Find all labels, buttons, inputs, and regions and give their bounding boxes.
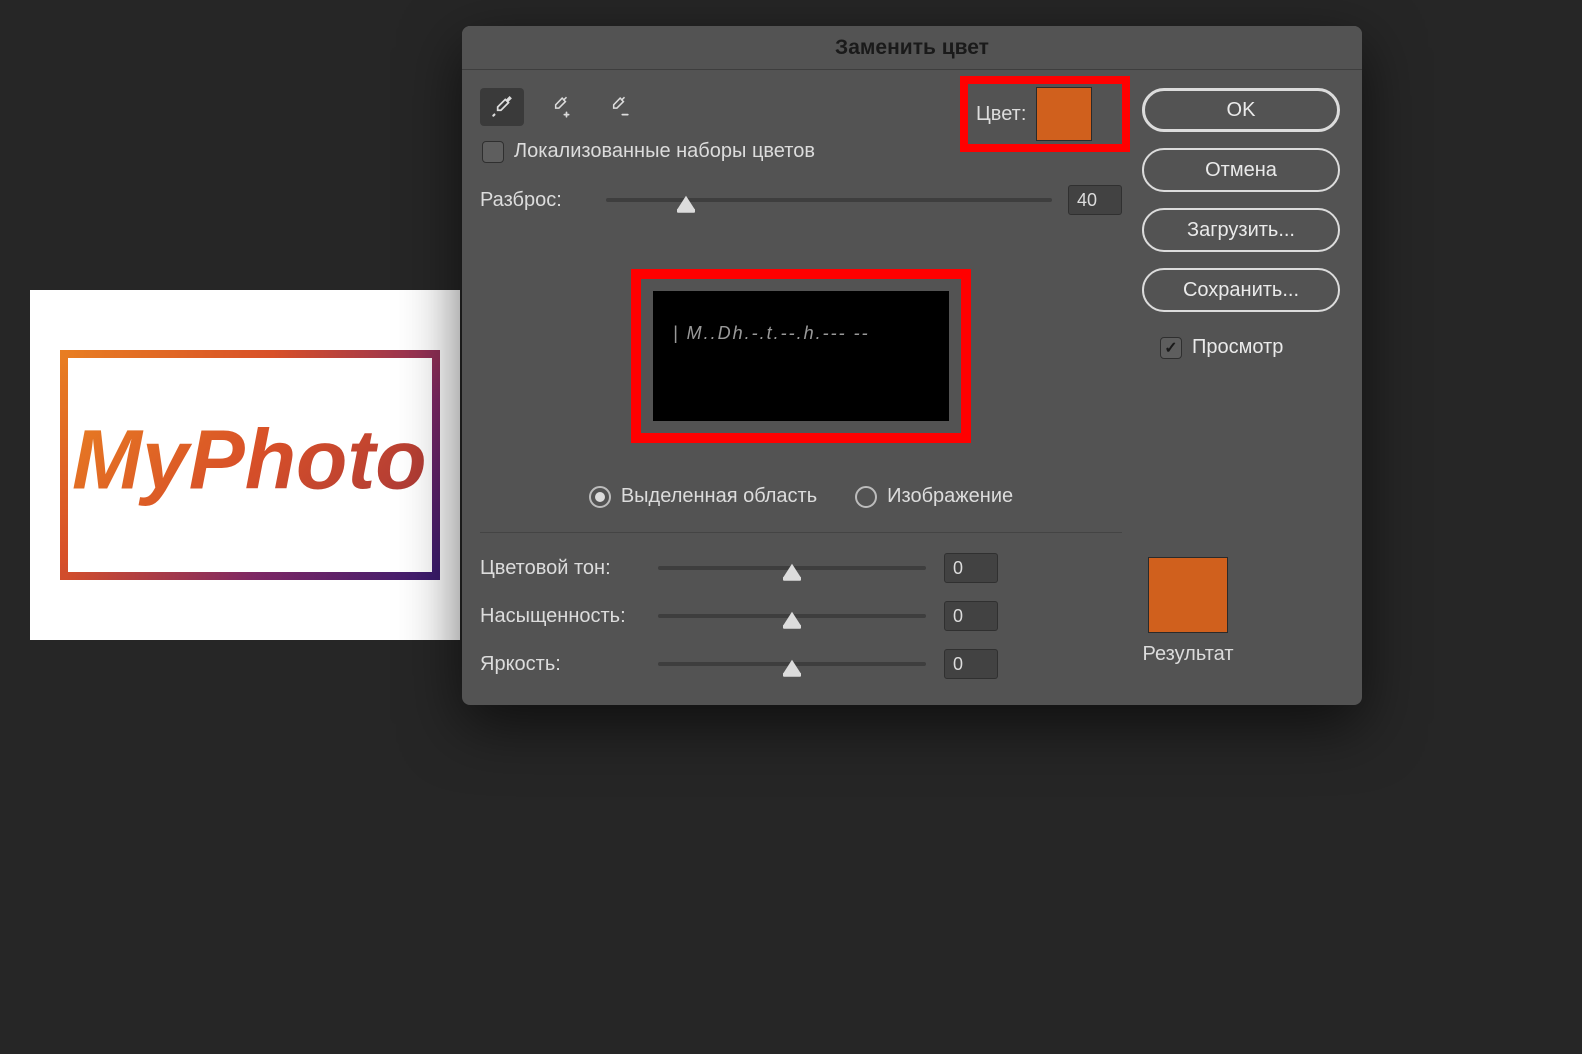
fuzziness-row: Разброс: <box>480 185 1122 215</box>
source-color-block: Цвет: <box>960 76 1130 152</box>
lightness-input[interactable] <box>944 649 998 679</box>
ok-button[interactable]: OK <box>1142 88 1340 132</box>
radio-image-label: Изображение <box>887 485 1013 508</box>
hue-thumb[interactable] <box>783 564 801 578</box>
eyedropper-subtract-button[interactable] <box>596 88 640 126</box>
dialog-title: Заменить цвет <box>462 26 1362 70</box>
section-divider <box>480 532 1122 533</box>
preview-check-row[interactable]: Просмотр <box>1160 336 1340 359</box>
preview-mask-text: | M..Dh.-.t.--.h.--- -- <box>673 323 870 344</box>
radio-selection[interactable] <box>589 486 611 508</box>
selection-preview[interactable]: | M..Dh.-.t.--.h.--- -- <box>653 291 949 421</box>
localized-clusters-label: Локализованные наборы цветов <box>514 140 815 163</box>
eyedropper-icon <box>489 94 515 120</box>
fuzziness-label: Разброс: <box>480 189 590 212</box>
preview-mode-selection[interactable]: Выделенная область <box>589 485 817 508</box>
result-color-swatch[interactable] <box>1148 557 1228 633</box>
lightness-thumb[interactable] <box>783 660 801 674</box>
preview-mode-image[interactable]: Изображение <box>855 485 1013 508</box>
dialog-main-column: Цвет: Локализованные наборы цветов Разбр… <box>480 88 1122 679</box>
saturation-thumb[interactable] <box>783 612 801 626</box>
result-block: Результат <box>1132 557 1244 666</box>
result-label: Результат <box>1132 643 1244 666</box>
source-color-label: Цвет: <box>976 103 1026 126</box>
replace-section: Цветовой тон: Насыщенность: Яркость: <box>480 553 1122 679</box>
replace-color-dialog: Заменить цвет <box>462 26 1362 705</box>
fuzziness-slider[interactable] <box>606 188 1052 212</box>
radio-selection-label: Выделенная область <box>621 485 817 508</box>
saturation-input[interactable] <box>944 601 998 631</box>
save-button[interactable]: Сохранить... <box>1142 268 1340 312</box>
logo-frame: MyPhoto <box>60 350 440 580</box>
eyedropper-subtract-icon <box>605 94 631 120</box>
eyedropper-add-button[interactable] <box>538 88 582 126</box>
hue-input[interactable] <box>944 553 998 583</box>
dialog-body: Цвет: Локализованные наборы цветов Разбр… <box>462 70 1362 705</box>
localized-clusters-checkbox[interactable] <box>482 141 504 163</box>
saturation-slider[interactable] <box>658 604 926 628</box>
eyedropper-add-icon <box>547 94 573 120</box>
canvas-image: MyPhoto <box>30 290 460 640</box>
preview-checkbox[interactable] <box>1160 337 1182 359</box>
source-color-swatch[interactable] <box>1036 87 1092 141</box>
fuzziness-input[interactable] <box>1068 185 1122 215</box>
lightness-slider[interactable] <box>658 652 926 676</box>
saturation-label: Насыщенность: <box>480 605 640 628</box>
lightness-label: Яркость: <box>480 653 640 676</box>
logo-text: MyPhoto <box>72 412 427 509</box>
load-button[interactable]: Загрузить... <box>1142 208 1340 252</box>
hue-label: Цветовой тон: <box>480 557 640 580</box>
fuzziness-thumb[interactable] <box>677 196 695 210</box>
cancel-button[interactable]: Отмена <box>1142 148 1340 192</box>
hue-slider[interactable] <box>658 556 926 580</box>
eyedropper-row: Цвет: <box>480 88 1122 126</box>
selection-preview-wrap: | M..Dh.-.t.--.h.--- -- <box>631 269 971 443</box>
preview-mode-row: Выделенная область Изображение <box>480 485 1122 508</box>
preview-checkbox-label: Просмотр <box>1192 336 1283 359</box>
radio-image[interactable] <box>855 486 877 508</box>
eyedropper-button[interactable] <box>480 88 524 126</box>
